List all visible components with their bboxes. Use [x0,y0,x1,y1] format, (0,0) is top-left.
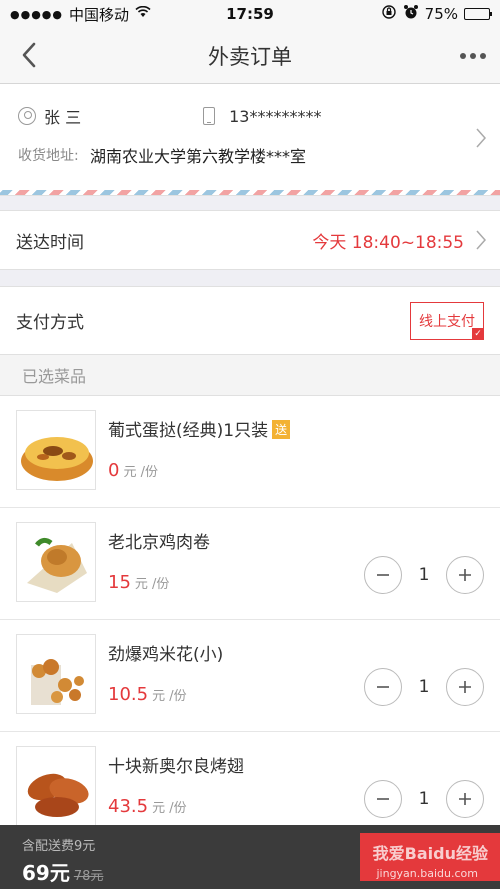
dish-price: 15 [108,572,131,593]
delivery-time-label: 送达时间 [16,232,84,253]
signal-strength: ●●●●● [10,7,63,21]
decrease-button[interactable] [364,668,402,706]
total-price: 69元 [22,861,70,885]
address-label: 收货地址: [18,148,79,164]
dish-list: 葡式蛋挞(经典)1只装送 0元 /份 老北京鸡肉卷 15 元 /份 1 劲爆鸡米… [0,396,500,844]
watermark: 我爱Baidu经验 [372,844,488,863]
chicken-wrap-image [16,522,96,602]
delivery-time-row[interactable]: 送达时间 今天 18:40~18:55 [0,210,500,270]
selected-dishes-header: 已选菜品 [0,354,500,396]
quantity-value: 1 [418,677,430,697]
plus-icon [459,569,471,581]
decrease-button[interactable] [364,780,402,818]
person-icon [18,107,36,125]
wifi-icon [135,5,151,22]
battery-icon [464,8,492,20]
chevron-right-icon [476,230,487,255]
carrier-name: 中国移动 [69,5,130,24]
plus-icon [459,681,471,693]
recipient-name: 张 三 [44,108,82,127]
back-button[interactable] [14,40,44,70]
page-title: 外卖订单 [208,44,292,69]
checkout-bar: 含配送费9元 69元 78元 我爱Baidu经验 jingyan.baidu.co… [0,825,500,889]
chevron-left-icon [22,42,36,68]
plus-icon [459,793,471,805]
online-pay-option[interactable]: 线上支付 ✓ [410,301,484,340]
dish-unit: 元 /份 [123,465,158,480]
gift-badge: 送 [272,420,291,439]
nav-bar: 外卖订单 [0,28,500,84]
online-pay-label: 线上支付 [419,313,475,330]
alarm-icon [403,4,419,24]
delivery-time-value: 今天 18:40~18:55 [312,232,464,253]
watermark-url: jingyan.baidu.com [376,867,478,880]
dish-price: 43.5 [108,796,149,817]
dish-price: 10.5 [108,684,149,705]
popcorn-chicken-image [16,634,96,714]
phone-icon [203,107,216,125]
airmail-stripe [0,190,500,195]
quantity-stepper: 1 [364,780,484,818]
dish-name: 葡式蛋挞(经典)1只装 [108,421,269,441]
quantity-value: 1 [418,565,430,585]
more-dots-icon[interactable] [460,42,486,70]
increase-button[interactable] [446,556,484,594]
dish-unit: 元 /份 [134,577,170,592]
dish-unit: 元 /份 [152,689,187,704]
quantity-stepper: 1 [364,668,484,706]
increase-button[interactable] [446,780,484,818]
dish-name: 十块新奥尔良烤翅 [108,757,244,777]
minus-icon [377,798,389,800]
quantity-stepper: 1 [364,556,484,594]
decrease-button[interactable] [364,556,402,594]
delivery-fee: 含配送费9元 [22,839,96,854]
chevron-right-icon [476,128,487,152]
payment-label: 支付方式 [16,313,84,333]
status-bar: ●●●●● 中国移动 17:59 75% [0,0,500,28]
dish-name: 老北京鸡肉卷 [108,533,210,553]
list-item: 老北京鸡肉卷 15 元 /份 1 [0,508,500,620]
address-value: 湖南农业大学第六教学楼***室 [90,147,307,166]
dish-price: 0 [108,460,120,481]
recipient-phone: 13********* [229,106,322,126]
address-card[interactable]: 张 三 13********* 收货地址: 湖南农业大学第六教学楼***室 [0,84,500,196]
quantity-value: 1 [418,789,430,809]
payment-row: 支付方式 线上支付 ✓ [0,286,500,354]
rotation-lock-icon [381,4,397,24]
minus-icon [377,686,389,688]
grilled-wings-image [16,746,96,826]
egg-tart-image [16,410,96,490]
dish-name: 劲爆鸡米花(小) [108,645,224,665]
increase-button[interactable] [446,668,484,706]
original-price: 78元 [73,869,104,884]
minus-icon [377,574,389,576]
dish-unit: 元 /份 [152,801,187,816]
battery-percent: 75% [424,5,458,23]
list-item: 劲爆鸡米花(小) 10.5 元 /份 1 [0,620,500,732]
check-icon: ✓ [472,327,484,340]
list-item: 葡式蛋挞(经典)1只装送 0元 /份 [0,396,500,508]
